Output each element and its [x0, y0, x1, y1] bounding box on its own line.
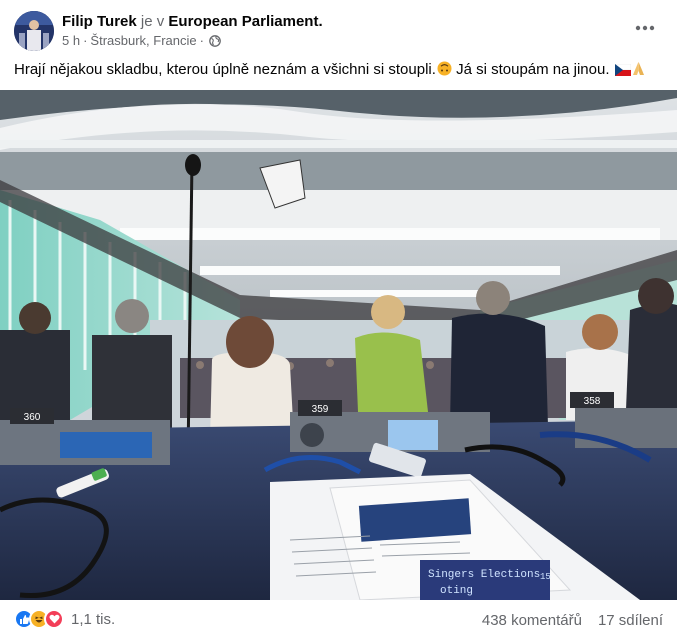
seat-number-358: 358: [584, 396, 601, 407]
post-text-part-2: Já si stoupám na jinou.: [456, 61, 610, 78]
seat-number-359: 359: [312, 404, 329, 415]
meta-separator-2: ·: [199, 33, 204, 48]
folded-hands-emoji: [631, 61, 646, 76]
post-text: Hrají nějakou skladbu, kterou úplně nezn…: [14, 60, 664, 80]
ceiling-light-1: [0, 140, 677, 148]
post-text-part-1: Hrají nějakou skladbu, kterou úplně nezn…: [14, 61, 436, 78]
post-location[interactable]: Štrasburk, Francie: [90, 33, 196, 49]
post-photo[interactable]: 360 359 358 Singers Elections oting 15: [0, 90, 677, 600]
seat-number-360: 360: [24, 412, 41, 423]
comments-count[interactable]: 438 komentářů: [482, 612, 582, 629]
love-icon: [44, 609, 64, 629]
shares-count[interactable]: 17 sdílení: [598, 612, 663, 629]
upside-down-face-emoji: [437, 61, 452, 76]
reactions-summary[interactable]: 1,1 tis.: [14, 609, 115, 629]
meta-separator: ·: [83, 33, 88, 48]
czech-flag-emoji: [614, 62, 631, 77]
ceiling-light-2: [120, 228, 660, 240]
more-dots-icon: [635, 25, 655, 31]
ceiling-light-3: [200, 266, 560, 275]
paper-image: [358, 498, 472, 542]
avatar[interactable]: [14, 11, 54, 51]
ceiling-beam: [0, 152, 677, 192]
place-name[interactable]: European Parliament.: [168, 13, 322, 30]
more-options-button[interactable]: [631, 14, 659, 42]
desk-screen-center: [388, 420, 438, 450]
screen-subtitle: oting: [440, 585, 473, 597]
post-stats: 438 komentářů 17 sdílení: [482, 612, 663, 629]
globe-icon[interactable]: [209, 35, 221, 47]
author-joiner: je v: [140, 13, 165, 30]
reaction-count[interactable]: 1,1 tis.: [71, 611, 115, 628]
post-header: Filip Turek je v European Parliament. 5 …: [0, 0, 677, 56]
author-line: Filip Turek je v European Parliament.: [62, 12, 323, 31]
desk-screen-left: [60, 432, 152, 458]
post-meta: 5 h · Štrasburk, Francie ·: [62, 33, 221, 49]
screen-number: 15: [540, 572, 551, 582]
post-time[interactable]: 5 h: [62, 33, 80, 49]
microphone-head: [185, 154, 201, 176]
author-name[interactable]: Filip Turek: [62, 13, 137, 30]
post-footer: 1,1 tis. 438 komentářů 17 sdílení: [0, 603, 677, 639]
desk-speaker: [300, 423, 324, 447]
screen-title: Singers Elections: [428, 569, 540, 581]
desk-unit-right: [575, 408, 677, 448]
